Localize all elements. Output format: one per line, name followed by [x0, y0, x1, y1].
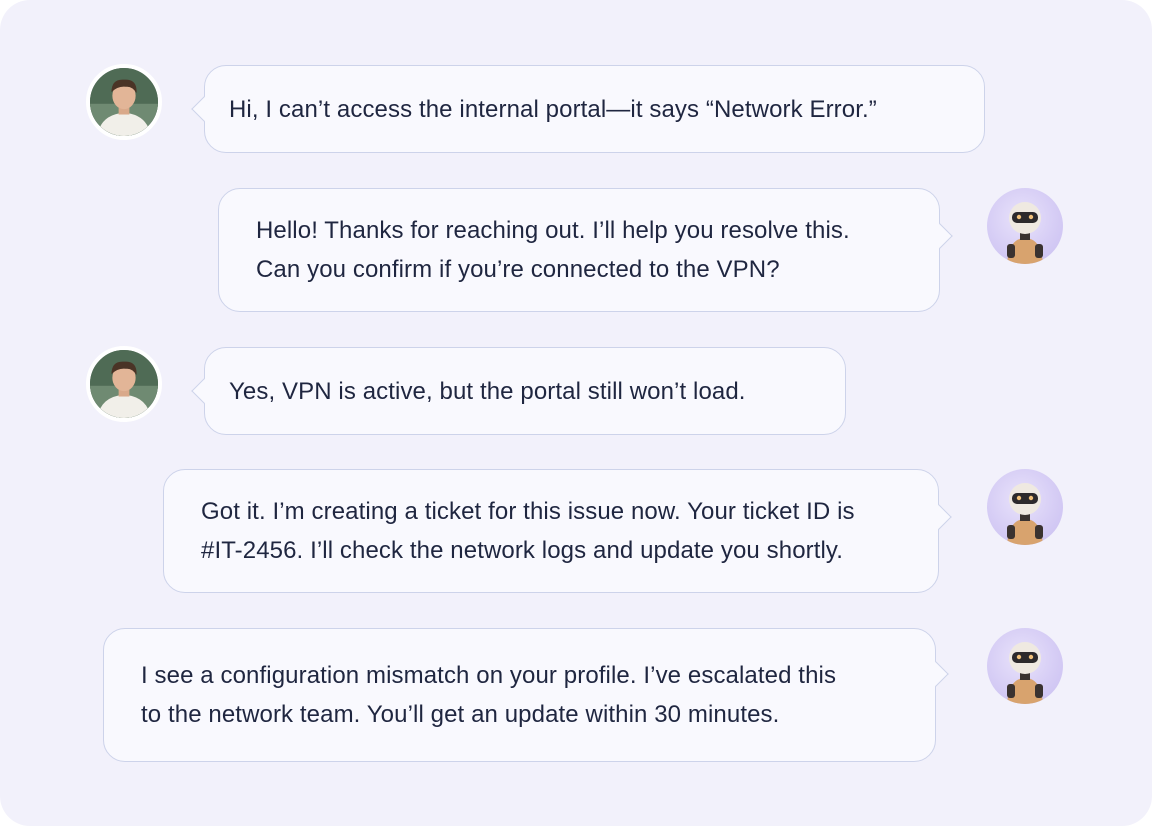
chat-panel: Hi, I can’t access the internal portal—i… [0, 0, 1152, 826]
message-bubble: Got it. I’m creating a ticket for this i… [163, 469, 952, 593]
bubble-tail [191, 96, 217, 122]
robot-avatar-icon [1007, 202, 1043, 264]
message-bubble: Hello! Thanks for reaching out. I’ll hel… [218, 188, 953, 312]
bot-avatar [987, 188, 1063, 264]
message-bubble: Hi, I can’t access the internal portal—i… [191, 65, 985, 153]
message-text: Hello! Thanks for reaching out. I’ll hel… [256, 217, 850, 283]
bot-avatar [987, 628, 1063, 704]
message-text: Yes, VPN is active, but the portal still… [229, 377, 746, 405]
message-text: Got it. I’m creating a ticket for this i… [201, 498, 855, 564]
user-avatar-photo-icon [90, 68, 158, 136]
message-bubble: I see a configuration mismatch on your p… [103, 628, 949, 762]
robot-avatar-icon [1007, 642, 1043, 704]
user-avatar-photo-icon [90, 350, 158, 418]
user-avatar [86, 346, 162, 422]
message-text: I see a configuration mismatch on your p… [141, 662, 837, 728]
message-bubble: Yes, VPN is active, but the portal still… [191, 347, 846, 435]
bot-avatar [987, 469, 1063, 545]
bubble-tail [927, 223, 953, 249]
user-avatar [86, 64, 162, 140]
bubble-tail [923, 661, 949, 687]
robot-avatar-icon [1007, 483, 1043, 545]
bubble-tail [926, 504, 952, 530]
bubble-tail [191, 378, 217, 404]
message-text: Hi, I can’t access the internal portal—i… [229, 95, 877, 123]
